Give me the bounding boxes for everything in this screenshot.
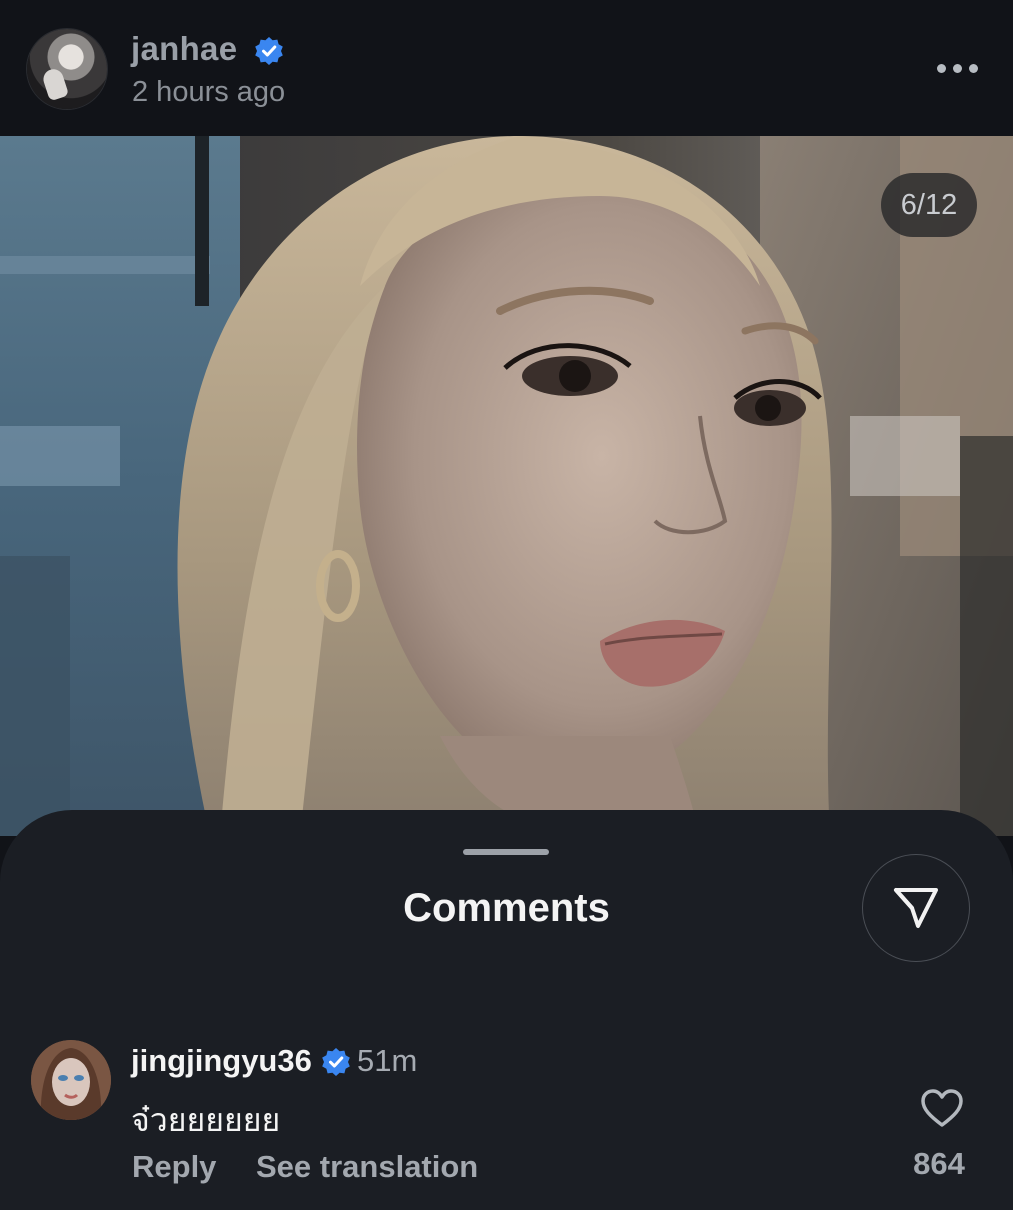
more-dot	[937, 63, 946, 73]
author-avatar[interactable]	[27, 29, 107, 109]
comment-time: 51m	[357, 1043, 418, 1078]
heart-outline-icon[interactable]	[920, 1088, 964, 1128]
photo-illustration	[0, 136, 1013, 836]
reply-button[interactable]: Reply	[132, 1149, 216, 1185]
more-dot	[969, 63, 978, 73]
see-translation-button[interactable]: See translation	[256, 1149, 478, 1185]
photo-counter: 6/12	[881, 173, 977, 237]
commenter-username[interactable]: jingjingyu36	[131, 1043, 312, 1079]
sheet-drag-handle[interactable]	[463, 849, 549, 855]
like-count: 864	[913, 1146, 965, 1181]
post-header: janhae 2 hours ago	[0, 0, 1013, 136]
send-icon	[894, 888, 938, 928]
avatar-photo-detail	[40, 66, 70, 102]
more-horizontal-icon[interactable]	[937, 61, 979, 75]
verified-badge-icon	[255, 37, 283, 65]
commenter-avatar-image	[31, 1040, 111, 1120]
share-button[interactable]	[862, 854, 970, 962]
verified-badge-icon	[322, 1048, 350, 1076]
commenter-avatar[interactable]	[31, 1040, 111, 1120]
post-timestamp: 2 hours ago	[132, 76, 286, 108]
more-dot	[953, 63, 962, 73]
author-username[interactable]: janhae	[131, 30, 237, 68]
post-photo[interactable]	[0, 136, 1013, 836]
comment-text: จ๋วยยยยยย	[131, 1102, 281, 1138]
